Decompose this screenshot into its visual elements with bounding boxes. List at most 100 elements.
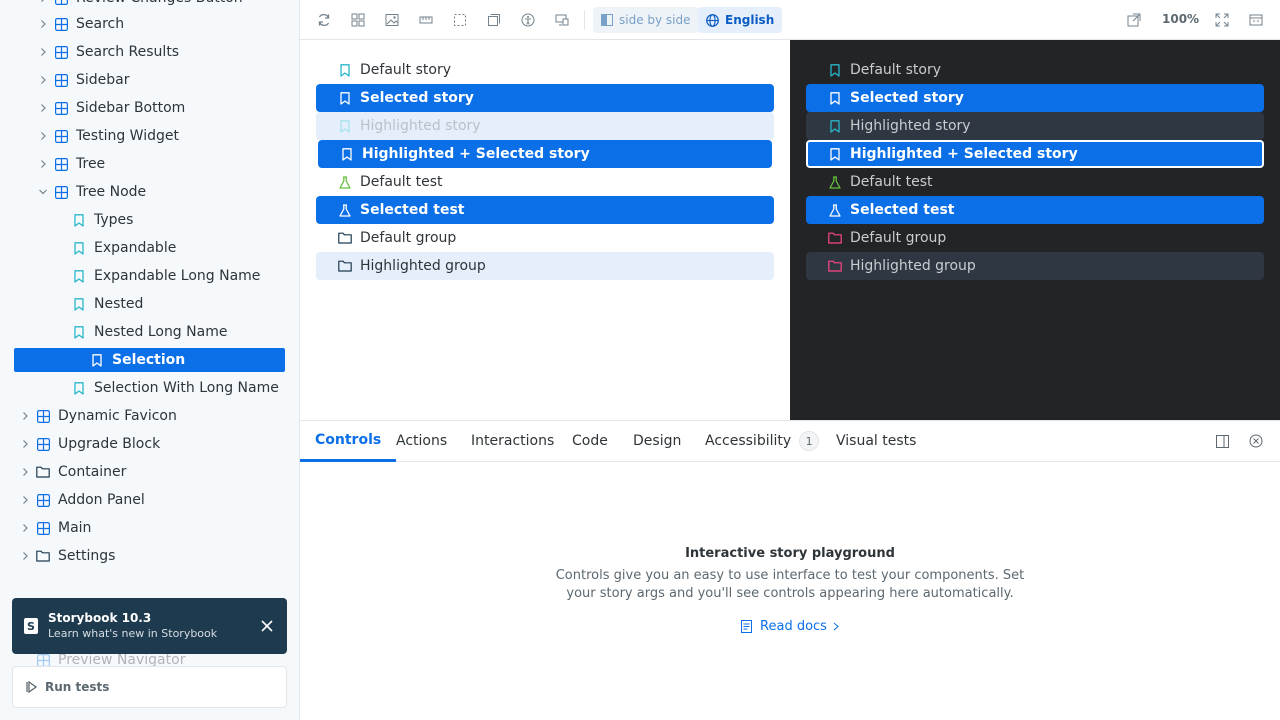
outline-icon[interactable] bbox=[448, 8, 472, 32]
viewport-icon[interactable] bbox=[550, 8, 574, 32]
sidebar-item-selection[interactable]: Selection bbox=[14, 348, 285, 372]
grid-icon[interactable] bbox=[346, 8, 370, 32]
sidebar-item-nested-long-name[interactable]: Nested Long Name bbox=[72, 320, 227, 344]
open-new-tab-icon[interactable] bbox=[1122, 8, 1146, 32]
tab-actions[interactable]: Actions bbox=[381, 421, 462, 461]
sidebar-item-testing-widget[interactable]: Testing Widget bbox=[36, 124, 179, 148]
chevron-right-icon[interactable] bbox=[36, 45, 50, 59]
chevron-down-icon[interactable] bbox=[36, 185, 50, 199]
tab-design[interactable]: Design bbox=[618, 421, 696, 461]
tree-node-label: Default story bbox=[850, 62, 941, 78]
sidebar-item-container[interactable]: Container bbox=[18, 460, 126, 484]
sidebar-item-sidebar-bottom[interactable]: Sidebar Bottom bbox=[36, 96, 185, 120]
release-toast[interactable]: S Storybook 10.3 Learn what's new in Sto… bbox=[12, 598, 287, 654]
sidebar-item-label: Tree bbox=[76, 156, 106, 172]
run-tests-button[interactable]: Run tests bbox=[12, 666, 287, 708]
svg-text:S: S bbox=[27, 620, 35, 633]
chevron-right-icon[interactable] bbox=[36, 157, 50, 171]
tab-interactions[interactable]: Interactions bbox=[456, 421, 569, 461]
run-tests-label: Run tests bbox=[45, 680, 110, 694]
sidebar-item-upgrade-block[interactable]: Upgrade Block bbox=[18, 432, 160, 456]
tree-node-default-test[interactable]: Default test bbox=[806, 168, 1264, 196]
chevron-right-icon[interactable] bbox=[18, 465, 32, 479]
sidebar-item-selection-with-long-name[interactable]: Selection With Long Name bbox=[72, 376, 279, 400]
tree-node-highlighted-story[interactable]: Highlighted story bbox=[316, 112, 774, 140]
sidebar-item-label: Expandable bbox=[94, 240, 177, 256]
tab-badge: 1 bbox=[799, 431, 820, 451]
chevron-right-icon[interactable] bbox=[36, 73, 50, 87]
folder-icon bbox=[338, 259, 352, 273]
tab-visual-tests[interactable]: Visual tests bbox=[821, 421, 931, 461]
background-image-icon[interactable] bbox=[380, 8, 404, 32]
sidebar-item-nested[interactable]: Nested bbox=[72, 292, 143, 316]
sidebar-item-main[interactable]: Main bbox=[18, 516, 91, 540]
close-icon[interactable] bbox=[259, 618, 275, 634]
read-docs-label: Read docs bbox=[760, 619, 827, 634]
tree-node-label: Default test bbox=[850, 174, 933, 190]
language-label: English bbox=[725, 13, 775, 27]
chevron-right-icon[interactable] bbox=[36, 17, 50, 31]
sidebar-item-search-results[interactable]: Search Results bbox=[36, 40, 179, 64]
chevron-right-icon[interactable] bbox=[36, 101, 50, 115]
chevron-right-icon[interactable] bbox=[36, 129, 50, 143]
reload-icon[interactable] bbox=[312, 8, 336, 32]
tree-node-selected-test[interactable]: Selected test bbox=[316, 196, 774, 224]
tree-node-highlighted-group[interactable]: Highlighted group bbox=[806, 252, 1264, 280]
empty-text-line-2: your story args and you'll see controls … bbox=[566, 586, 1014, 601]
tree-node-selected-test[interactable]: Selected test bbox=[806, 196, 1264, 224]
panel-layout-icon[interactable] bbox=[1244, 8, 1268, 32]
sidebar-item-tree-node[interactable]: Tree Node bbox=[36, 180, 146, 204]
sidebar-item-expandable[interactable]: Expandable bbox=[72, 236, 176, 260]
measure-icon[interactable] bbox=[414, 8, 438, 32]
sidebar-item-tree[interactable]: Tree bbox=[36, 152, 105, 176]
read-docs-link[interactable]: Read docs bbox=[741, 619, 839, 634]
tree-node-highlighted-story[interactable]: Highlighted story bbox=[806, 112, 1264, 140]
chevron-right-icon[interactable] bbox=[18, 549, 32, 563]
tree-node-default-test[interactable]: Default test bbox=[316, 168, 774, 196]
chevron-right-icon[interactable] bbox=[18, 521, 32, 535]
sidebar-item-partial[interactable]: Review Changes Button bbox=[36, 0, 243, 10]
chevron-right-icon[interactable] bbox=[18, 409, 32, 423]
sidebar-item-expandable-long-name[interactable]: Expandable Long Name bbox=[72, 264, 260, 288]
accessibility-icon[interactable] bbox=[516, 8, 540, 32]
chevron-right-icon[interactable] bbox=[18, 437, 32, 451]
chevron-right-icon[interactable] bbox=[18, 493, 32, 507]
tree-node-label: Highlighted + Selected story bbox=[850, 146, 1078, 162]
sidebar-item-settings[interactable]: Settings bbox=[18, 544, 115, 568]
bookmark-icon bbox=[338, 119, 352, 133]
tree-node-selected-story[interactable]: Selected story bbox=[316, 84, 774, 112]
sidebar-item-types[interactable]: Types bbox=[72, 208, 133, 232]
folder-icon bbox=[828, 231, 842, 245]
tree-node-selected-story[interactable]: Selected story bbox=[806, 84, 1264, 112]
language-selector[interactable]: English bbox=[698, 7, 783, 33]
folder-icon bbox=[828, 259, 842, 273]
fullscreen-icon[interactable] bbox=[1210, 8, 1234, 32]
tree-node-highlighted-selected-story[interactable]: Highlighted + Selected story bbox=[806, 140, 1264, 168]
zoom-level[interactable]: 100% bbox=[1162, 12, 1199, 26]
sidebar-item-search[interactable]: Search bbox=[36, 12, 124, 36]
tab-label: Accessibility bbox=[705, 433, 792, 449]
sidebar-item-label: Upgrade Block bbox=[58, 436, 161, 452]
side-by-side-toggle[interactable]: side by side bbox=[593, 7, 699, 33]
bookmark-icon bbox=[90, 353, 104, 367]
sidebar-item-label: Review Changes Button bbox=[76, 0, 243, 6]
tree-node-highlighted-group[interactable]: Highlighted group bbox=[316, 252, 774, 280]
tab-accessibility[interactable]: Accessibility 1 bbox=[690, 421, 834, 461]
tab-code[interactable]: Code bbox=[557, 421, 623, 461]
sidebar-item-dynamic-favicon[interactable]: Dynamic Favicon bbox=[18, 404, 177, 428]
tree-node-default-story[interactable]: Default story bbox=[806, 56, 1264, 84]
tree-node-default-story[interactable]: Default story bbox=[316, 56, 774, 84]
tree-node-default-group[interactable]: Default group bbox=[316, 224, 774, 252]
component-icon bbox=[36, 437, 50, 451]
transparency-icon[interactable] bbox=[482, 8, 506, 32]
sidebar-item-addon-panel[interactable]: Addon Panel bbox=[18, 488, 145, 512]
tree-node-default-group[interactable]: Default group bbox=[806, 224, 1264, 252]
component-icon bbox=[54, 0, 68, 5]
folder-icon bbox=[36, 549, 50, 563]
sidebar-item-label: Selection With Long Name bbox=[94, 380, 279, 396]
tree-node-highlighted-selected-story[interactable]: Highlighted + Selected story bbox=[318, 140, 772, 168]
close-panel-icon[interactable] bbox=[1248, 433, 1264, 449]
sidebar-item-sidebar[interactable]: Sidebar bbox=[36, 68, 130, 92]
panel-position-icon[interactable] bbox=[1214, 433, 1230, 449]
toast-subtitle: Learn what's new in Storybook bbox=[48, 627, 218, 640]
